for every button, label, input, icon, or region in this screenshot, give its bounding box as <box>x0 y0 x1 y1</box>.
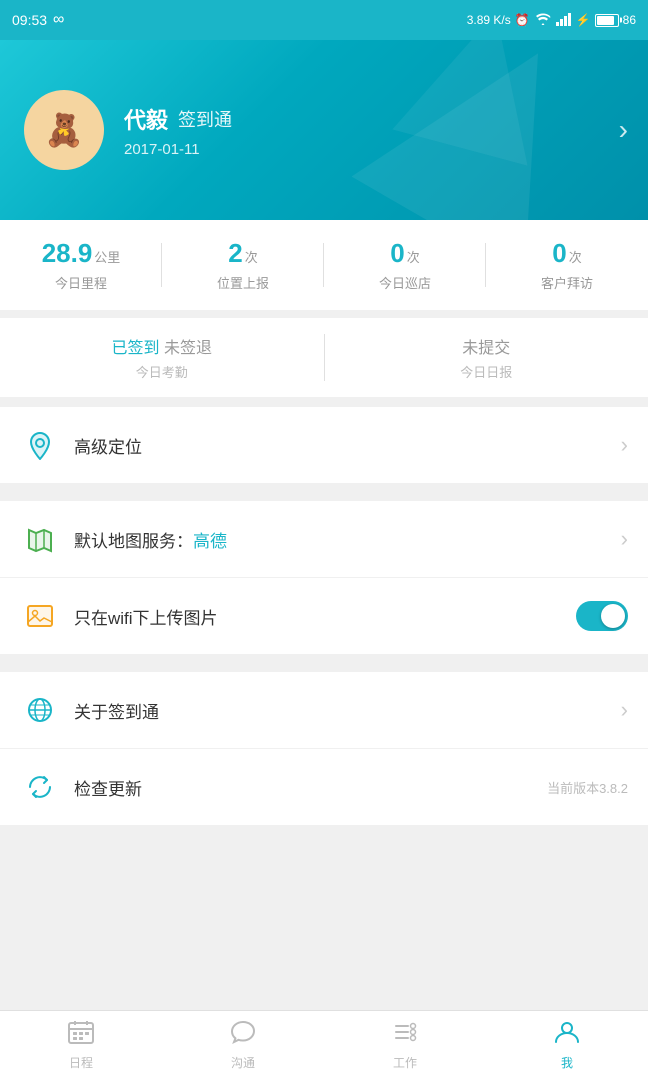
map-label: 默认地图服务：高德 <box>74 527 621 552</box>
header-banner[interactable]: 🧸 代毅 签到通 2017-01-11 › <box>0 40 648 220</box>
wifi-icon <box>534 12 552 29</box>
stat-visit-value: 0 <box>552 238 566 268</box>
menu-item-location[interactable]: 高级定位 › <box>0 407 648 483</box>
location-icon <box>20 425 60 465</box>
not-signout-status: 未签退 <box>164 340 212 357</box>
menu-item-update[interactable]: 检查更新 当前版本3.8.2 <box>0 749 648 825</box>
stat-visit: 0次 客户拜访 <box>486 238 648 292</box>
divider-2 <box>0 491 648 501</box>
update-label: 检查更新 <box>74 775 547 800</box>
wifi-upload-label: 只在wifi下上传图片 <box>74 604 576 629</box>
attendance-report: 未提交 今日日报 <box>325 334 648 381</box>
stats-row: 28.9公里 今日里程 2次 位置上报 0次 今日巡店 0次 客户拜访 <box>0 220 648 310</box>
alarm-icon: ⏰ <box>515 13 530 27</box>
report-desc: 今日日报 <box>325 362 648 381</box>
divider-1 <box>0 397 648 407</box>
stat-location: 2次 位置上报 <box>162 238 324 292</box>
speed-text: 3.89 K/s <box>467 13 511 27</box>
user-tag: 签到通 <box>178 106 232 132</box>
wifi-upload-toggle[interactable] <box>576 601 628 631</box>
bottom-nav: 日程 沟通 工作 我 <box>0 1010 648 1080</box>
about-label: 关于签到通 <box>74 698 621 723</box>
battery-level: 86 <box>623 13 636 27</box>
nav-schedule-label: 日程 <box>69 1054 93 1071</box>
stat-location-label: 位置上报 <box>162 273 324 292</box>
attendance-checkin: 已签到 未签退 今日考勤 <box>0 334 325 381</box>
nav-chat-label: 沟通 <box>231 1054 255 1071</box>
user-name: 代毅 <box>124 103 168 135</box>
user-date: 2017-01-11 <box>124 141 624 158</box>
divider-3 <box>0 662 648 672</box>
image-icon <box>20 596 60 636</box>
lightning-icon: ⚡ <box>576 13 591 27</box>
refresh-icon <box>20 767 60 807</box>
status-time: 09:53 <box>12 12 47 28</box>
signed-in-status: 已签到 <box>112 340 160 357</box>
menu-section-location: 高级定位 › <box>0 407 648 483</box>
nav-me[interactable]: 我 <box>486 1020 648 1071</box>
nav-me-label: 我 <box>561 1054 573 1071</box>
map-icon <box>20 519 60 559</box>
stat-visit-label: 客户拜访 <box>486 273 648 292</box>
nav-work[interactable]: 工作 <box>324 1020 486 1071</box>
stat-mileage-label: 今日里程 <box>0 273 162 292</box>
nav-schedule[interactable]: 日程 <box>0 1020 162 1071</box>
nav-chat[interactable]: 沟通 <box>162 1020 324 1071</box>
not-submitted-status: 未提交 <box>462 340 510 357</box>
status-bar: 09:53 ∞ 3.89 K/s ⏰ ⚡ 86 <box>0 0 648 40</box>
stat-location-value: 2 <box>228 238 242 268</box>
signal-icon <box>556 12 572 29</box>
user-info: 代毅 签到通 2017-01-11 <box>124 103 624 158</box>
stat-patrol-label: 今日巡店 <box>324 273 486 292</box>
map-arrow-icon: › <box>621 526 628 552</box>
attendance-desc: 今日考勤 <box>0 362 324 381</box>
battery-icon <box>595 14 619 27</box>
stat-patrol-value: 0 <box>390 238 404 268</box>
menu-item-wifi-upload[interactable]: 只在wifi下上传图片 <box>0 578 648 654</box>
menu-section-about: 关于签到通 › 检查更新 当前版本3.8.2 <box>0 672 648 825</box>
globe-icon <box>20 690 60 730</box>
menu-section-map: 默认地图服务：高德 › 只在wifi下上传图片 <box>0 501 648 654</box>
location-label: 高级定位 <box>74 433 621 458</box>
stat-patrol: 0次 今日巡店 <box>324 238 486 292</box>
location-arrow-icon: › <box>621 432 628 458</box>
stat-mileage: 28.9公里 今日里程 <box>0 238 162 292</box>
attendance-row: 已签到 未签退 今日考勤 未提交 今日日报 <box>0 318 648 397</box>
nav-work-label: 工作 <box>393 1054 417 1071</box>
version-text: 当前版本3.8.2 <box>547 778 628 797</box>
work-icon <box>392 1020 418 1051</box>
menu-item-about[interactable]: 关于签到通 › <box>0 672 648 749</box>
avatar: 🧸 <box>24 90 104 170</box>
chat-icon <box>230 1020 256 1051</box>
me-icon <box>554 1020 580 1051</box>
schedule-icon <box>68 1020 94 1051</box>
header-arrow-icon[interactable]: › <box>619 114 628 146</box>
stat-mileage-value: 28.9 <box>42 238 93 268</box>
infinite-icon: ∞ <box>53 11 64 29</box>
status-right: 3.89 K/s ⏰ ⚡ 86 <box>467 12 636 29</box>
menu-item-map[interactable]: 默认地图服务：高德 › <box>0 501 648 578</box>
about-arrow-icon: › <box>621 697 628 723</box>
status-left: 09:53 ∞ <box>12 11 64 29</box>
